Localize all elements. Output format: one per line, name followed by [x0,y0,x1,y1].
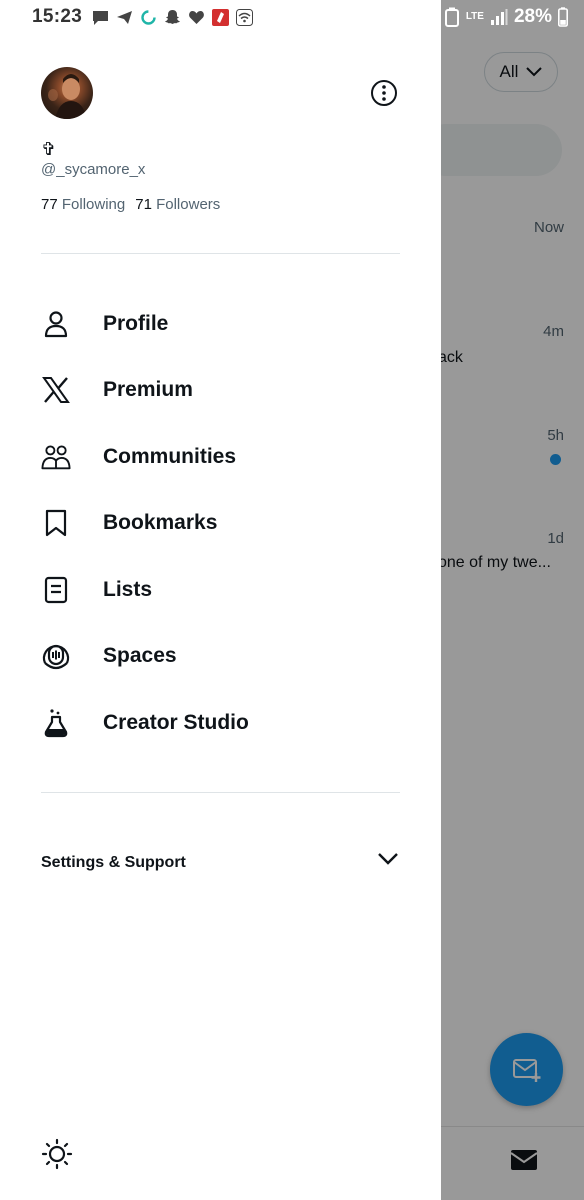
snapchat-icon [165,9,181,24]
followers-label: Followers [156,196,221,213]
network-type: LTE [465,11,484,22]
battery-saver-icon [444,7,459,27]
menu-item-label: Premium [103,378,193,401]
navigation-drawer: ✞ @_sycamore_x 77 Following 71 Followers… [0,0,441,1200]
menu-item-bookmarks[interactable]: Bookmarks [41,498,401,548]
battery-percent: 28% [513,6,552,27]
menu-item-lists[interactable]: Lists [41,565,401,615]
display-name: ✞ [41,139,57,160]
follow-stats: 77 Following 71 Followers [41,196,220,213]
user-handle: @_sycamore_x [41,161,146,178]
settings-support-label: Settings & Support [41,854,186,871]
sun-icon [41,1138,73,1170]
menu-item-label: Creator Studio [103,711,249,734]
status-time: 15:23 [32,6,83,27]
menu-item-profile[interactable]: Profile [41,299,401,349]
menu-item-creator-studio[interactable]: Creator Studio [41,698,401,748]
following-link[interactable]: 77 Following [41,196,125,213]
avatar[interactable] [41,67,93,119]
app-icon [212,8,230,26]
status-bar: 15:23 LTE 28% [0,0,584,34]
followers-count: 71 [135,196,152,213]
wifi-calling-icon [236,8,254,26]
menu-item-spaces[interactable]: Spaces [41,631,401,681]
settings-support-toggle[interactable]: Settings & Support [41,848,401,878]
menu-item-premium[interactable]: Premium [41,365,401,415]
menu-item-label: Bookmarks [103,511,218,534]
bookmark-icon [41,508,71,538]
divider [41,792,400,793]
signal-icon [490,9,508,25]
message-icon [93,10,109,25]
communities-icon [41,442,71,472]
menu-item-communities[interactable]: Communities [41,432,401,482]
notification-icons [92,8,254,26]
menu-item-label: Profile [103,312,169,335]
divider [41,253,400,254]
heart-icon [189,10,205,24]
list-icon [41,575,71,605]
following-label: Following [61,196,126,213]
followers-link[interactable]: 71 Followers [135,196,220,213]
spaces-icon [41,641,71,671]
menu-item-label: Spaces [103,644,177,667]
system-icons: LTE 28% [418,6,568,28]
menu-item-label: Lists [103,578,153,601]
avatar-image [48,74,87,119]
battery-icon [558,7,568,27]
telegram-icon [117,10,133,24]
following-count: 77 [41,196,58,213]
display-theme-button[interactable] [41,1138,73,1170]
menu-item-label: Communities [103,445,237,468]
person-icon [41,309,71,339]
more-circle-icon [371,80,397,106]
chevron-down-icon [378,853,398,865]
sync-icon [141,9,156,25]
flask-icon [41,708,71,738]
x-logo-icon [41,375,71,405]
more-options-button[interactable] [370,79,398,107]
alarm-icon [419,8,437,26]
